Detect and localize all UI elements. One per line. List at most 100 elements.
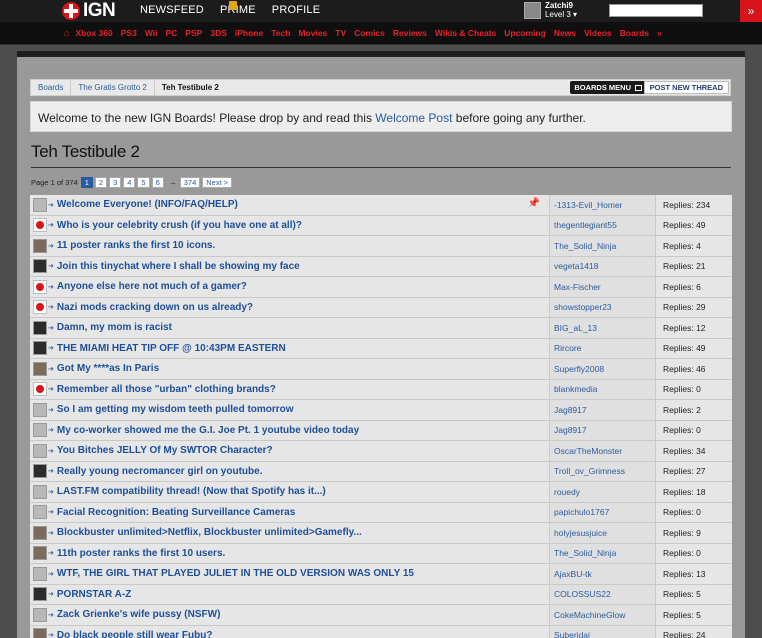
page-button[interactable]: 2 — [94, 177, 108, 188]
avatar[interactable] — [33, 197, 47, 212]
thread-title-link[interactable]: Join this tinychat where I shall be show… — [57, 261, 300, 272]
last-page-button[interactable]: 374 — [179, 177, 201, 188]
thread-title-link[interactable]: PORNSTAR A-Z — [57, 589, 131, 600]
platform-nav-item[interactable]: TV — [335, 28, 346, 38]
thread-author-link[interactable]: vegeta1418 — [554, 261, 598, 271]
nav-prime[interactable]: PRIME — [220, 4, 256, 16]
platform-nav-item[interactable]: PC — [166, 28, 178, 38]
thread-title-link[interactable]: LAST.FM compatibility thread! (Now that … — [57, 486, 326, 497]
avatar[interactable] — [33, 300, 47, 315]
platform-nav-item[interactable]: Movies — [298, 28, 327, 38]
avatar[interactable] — [33, 259, 47, 274]
avatar[interactable] — [33, 587, 47, 602]
double-chevron-right-icon[interactable]: » — [657, 28, 662, 38]
thread-title-link[interactable]: Really young necromancer girl on youtube… — [57, 466, 263, 477]
platform-nav-item[interactable]: iPhone — [235, 28, 263, 38]
avatar[interactable] — [33, 361, 47, 376]
thread-author-link[interactable]: Rircore — [554, 343, 581, 353]
platform-nav-item[interactable]: Reviews — [393, 28, 427, 38]
thread-author-link[interactable]: CokeMachineGlow — [554, 610, 625, 620]
thread-author-link[interactable]: Jag8917 — [554, 405, 587, 415]
thread-title-link[interactable]: Anyone else here not much of a gamer? — [57, 281, 247, 292]
thread-author-link[interactable]: rouedy — [554, 487, 580, 497]
thread-author-link[interactable]: The_Solid_Ninja — [554, 548, 616, 558]
platform-nav-item[interactable]: PS3 — [121, 28, 137, 38]
avatar[interactable] — [33, 628, 47, 638]
thread-title-link[interactable]: WTF, THE GIRL THAT PLAYED JULIET IN THE … — [57, 568, 414, 579]
thread-author-link[interactable]: holyjesusjuice — [554, 528, 607, 538]
thread-title-link[interactable]: So I am getting my wisdom teeth pulled t… — [57, 404, 294, 415]
platform-nav-item[interactable]: PSP — [185, 28, 202, 38]
avatar[interactable] — [33, 546, 47, 561]
thread-author-link[interactable]: Jag8917 — [554, 425, 587, 435]
user-menu[interactable]: Zatchi9 Level 3 ▾ — [524, 1, 577, 19]
ign-logo[interactable]: IGN — [62, 0, 116, 21]
thread-author-link[interactable]: BIG_aL_13 — [554, 323, 597, 333]
thread-author-link[interactable]: Superfly2008 — [554, 364, 604, 374]
thread-author-link[interactable]: The_Solid_Ninja — [554, 241, 616, 251]
breadcrumb-gratis-grotto[interactable]: The Gratis Grotto 2 — [71, 80, 155, 95]
platform-nav-item[interactable]: Wikis & Cheats — [435, 28, 496, 38]
platform-nav-item[interactable]: Upcoming — [504, 28, 546, 38]
chevron-down-icon[interactable]: » — [740, 0, 762, 22]
nav-profile[interactable]: PROFILE — [272, 4, 320, 16]
search-input[interactable] — [609, 4, 703, 17]
thread-title-link[interactable]: Who is your celebrity crush (if you have… — [57, 220, 302, 231]
welcome-post-link[interactable]: Welcome Post — [375, 111, 452, 125]
thread-title-link[interactable]: Nazi mods cracking down on us already? — [57, 302, 253, 313]
next-page-button[interactable]: Next > — [202, 177, 233, 188]
post-new-thread-button[interactable]: POST NEW THREAD — [643, 81, 729, 94]
thread-author-link[interactable]: Suberidai — [554, 630, 590, 638]
avatar[interactable] — [33, 423, 47, 438]
home-icon[interactable]: ⌂ — [64, 28, 69, 38]
thread-title-link[interactable]: My co-worker showed me the G.I. Joe Pt. … — [57, 425, 359, 436]
avatar[interactable] — [33, 505, 47, 520]
thread-author-link[interactable]: Max-Fischer — [554, 282, 601, 292]
boards-menu-button[interactable]: BOARDS MENU — [570, 81, 646, 94]
breadcrumb-boards[interactable]: Boards — [31, 80, 72, 95]
thread-author-link[interactable]: blankmedia — [554, 384, 597, 394]
avatar[interactable] — [33, 218, 47, 233]
thread-title-link[interactable]: Facial Recognition: Beating Surveillance… — [57, 507, 295, 518]
page-button[interactable]: 6 — [151, 177, 164, 188]
avatar[interactable] — [33, 279, 47, 294]
platform-nav-item[interactable]: News — [554, 28, 576, 38]
thread-author-link[interactable]: OscarTheMonster — [554, 446, 622, 456]
thread-title-link[interactable]: 11th poster ranks the first 10 users. — [57, 548, 225, 559]
thread-title-link[interactable]: Do black people still wear Fubu? — [57, 630, 213, 638]
avatar[interactable] — [33, 320, 47, 335]
avatar[interactable] — [33, 607, 47, 622]
page-button[interactable]: 3 — [109, 177, 122, 188]
avatar[interactable] — [33, 443, 47, 458]
nav-newsfeed[interactable]: NEWSFEED — [140, 4, 204, 16]
thread-author-link[interactable]: papichulo1767 — [554, 507, 609, 517]
avatar[interactable] — [33, 402, 47, 417]
thread-title-link[interactable]: Damn, my mom is racist — [57, 322, 172, 333]
thread-title-link[interactable]: Zack Grienke's wife pussy (NSFW) — [57, 609, 221, 620]
platform-nav-item[interactable]: Tech — [271, 28, 290, 38]
thread-author-link[interactable]: COLOSSUS22 — [554, 589, 611, 599]
platform-nav-item[interactable]: Videos — [584, 28, 612, 38]
thread-author-link[interactable]: AjaxBU-tk — [554, 569, 592, 579]
page-button[interactable]: 5 — [137, 177, 150, 188]
thread-title-link[interactable]: Welcome Everyone! (INFO/FAQ/HELP) — [57, 199, 238, 210]
avatar[interactable] — [33, 484, 47, 499]
avatar[interactable] — [33, 238, 47, 253]
platform-nav-item[interactable]: Comics — [354, 28, 385, 38]
platform-nav-item[interactable]: 3DS — [210, 28, 227, 38]
thread-author-link[interactable]: thegentlegiant55 — [554, 220, 617, 230]
thread-author-link[interactable]: -1313-Evil_Homer — [554, 200, 623, 210]
avatar[interactable] — [33, 341, 47, 356]
platform-nav-item[interactable]: Wii — [145, 28, 158, 38]
page-button[interactable]: 1 — [80, 177, 93, 188]
thread-author-link[interactable]: Troll_ov_Grimness — [554, 466, 625, 476]
avatar[interactable] — [33, 382, 47, 397]
thread-title-link[interactable]: Remember all those "urban" clothing bran… — [57, 384, 276, 395]
thread-title-link[interactable]: Blockbuster unlimited>Netflix, Blockbust… — [57, 527, 362, 538]
thread-author-link[interactable]: showstopper23 — [554, 302, 612, 312]
page-button[interactable]: 4 — [123, 177, 136, 188]
avatar[interactable] — [33, 566, 47, 581]
avatar[interactable] — [33, 525, 47, 540]
platform-nav-item[interactable]: Xbox 360 — [75, 28, 112, 38]
avatar[interactable] — [33, 464, 47, 479]
